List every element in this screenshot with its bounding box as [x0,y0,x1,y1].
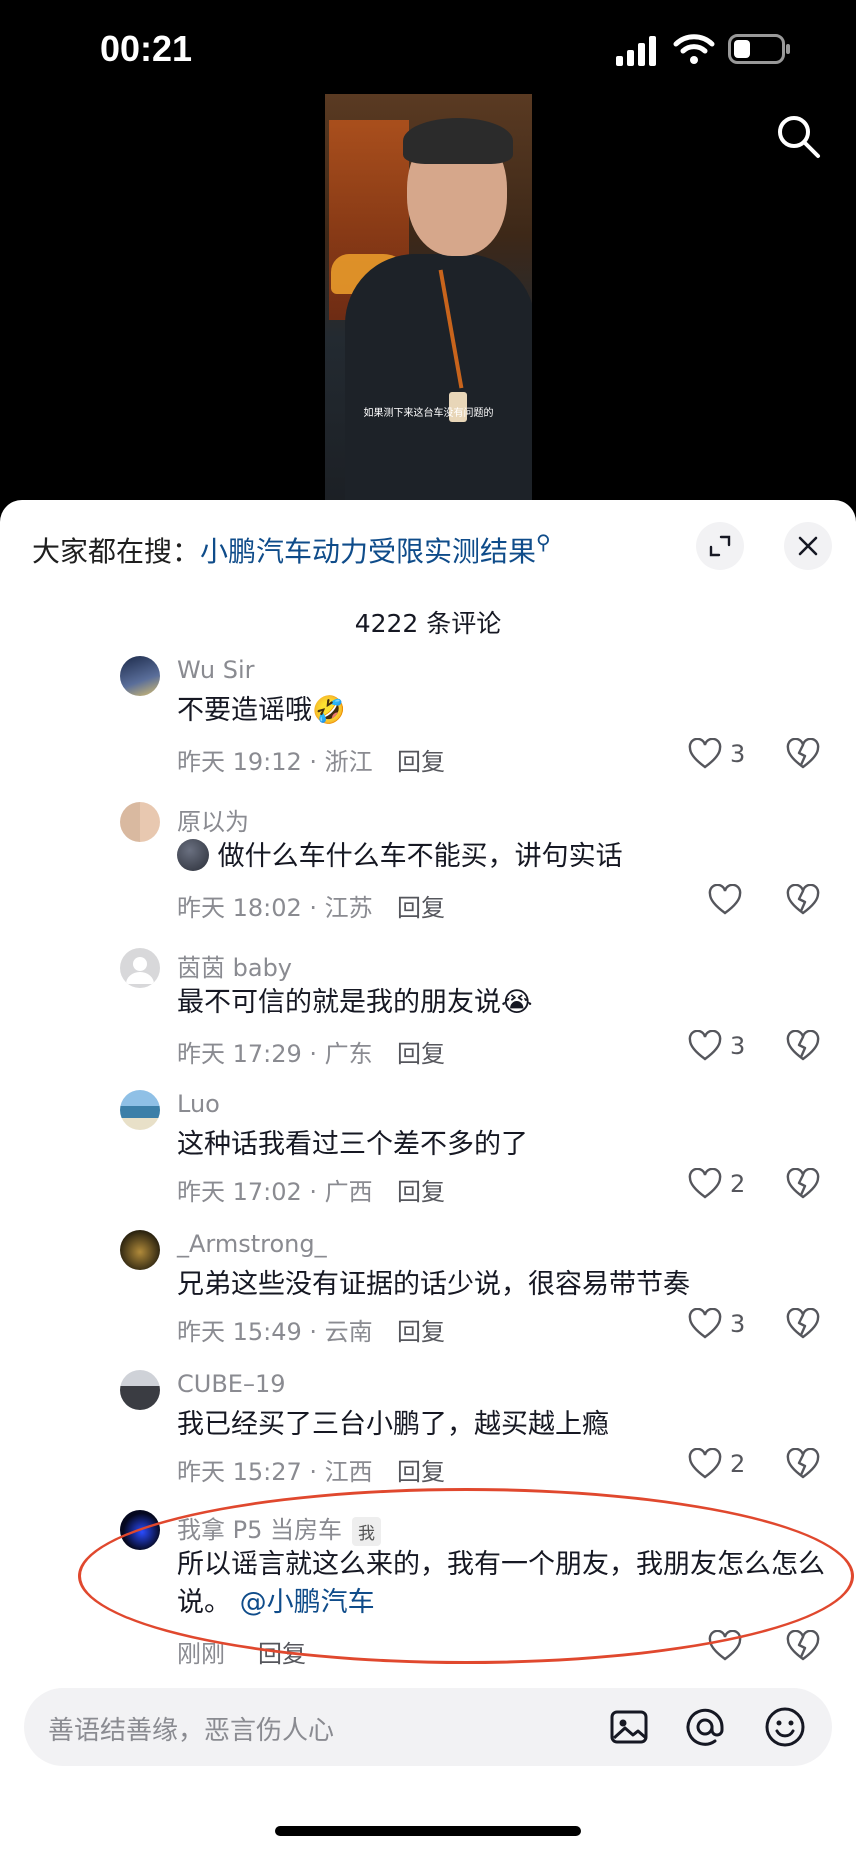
video-caption: 如果测下来这台车没有问题的 [363,408,494,419]
hot-search-link[interactable]: 小鹏汽车动力受限实测结果 [200,535,536,568]
heart-icon [688,1168,722,1199]
like-count: 3 [730,1032,746,1060]
comment-text: 不要造谣哦🤣 [177,692,827,730]
comment-text: 我已经买了三台小鹏了，越买越上瘾 [177,1409,609,1440]
broken-heart-icon[interactable] [786,1168,820,1202]
comment-username[interactable]: 原以为 [177,802,249,837]
battery-icon [728,34,790,64]
video-person-hair [403,118,513,164]
avatar[interactable] [120,1230,160,1270]
dark-face-emoji [177,839,209,871]
image-icon[interactable] [606,1704,652,1750]
avatar[interactable] [120,802,160,842]
self-tag: 我 [352,1516,381,1546]
comment-meta: 昨天 19:12 · 浙江 [177,748,373,776]
comment-text-body: 最不可信的就是我的朋友说 [177,987,501,1018]
like-count: 3 [730,740,746,768]
rofl-emoji: 🤣 [312,695,346,726]
comment-username[interactable]: _Armstrong_ [177,1230,327,1258]
default-avatar-icon [126,957,154,984]
comment-username[interactable]: 我拿 P5 当房车我 [177,1510,381,1546]
status-bar: 00:21 [0,0,856,100]
heart-icon [688,1448,722,1479]
reply-button[interactable]: 回复 [397,888,445,923]
hot-search-bar[interactable]: 大家都在搜：小鹏汽车动力受限实测结果⚲ [32,530,551,570]
expand-button[interactable] [696,522,744,570]
like-button[interactable]: 3 [688,1308,778,1344]
comment-sheet: 大家都在搜：小鹏汽车动力受限实测结果⚲ 4222 条评论 Wu Sir 不要造谣… [0,500,856,1852]
comment-username[interactable]: Wu Sir [177,656,254,684]
avatar[interactable] [120,1510,160,1550]
hot-search-prefix: 大家都在搜： [32,535,201,568]
video-player[interactable]: 如果测下来这台车没有问题的 [325,94,532,500]
wifi-icon [673,34,715,64]
comment-meta: 刚刚 [177,1640,225,1668]
broken-heart-icon[interactable] [786,1030,820,1064]
heart-icon [688,1308,722,1339]
reply-button[interactable]: 回复 [397,1034,445,1069]
broken-heart-icon[interactable] [786,884,820,918]
heart-icon [688,738,722,769]
comment-username[interactable]: Luo [177,1090,220,1118]
like-count: 2 [730,1170,746,1198]
heart-icon [688,1030,722,1061]
comment-text: 所以谣言就这么来的，我有一个朋友，我朋友怎么怎么说。 @小鹏汽车 [177,1546,827,1622]
like-count: 3 [730,1310,746,1338]
avatar[interactable] [120,1090,160,1130]
comment-meta: 昨天 17:02 · 广西 [177,1178,373,1206]
video-person-body [345,254,532,500]
expand-icon [709,535,731,557]
like-button[interactable] [708,884,798,920]
own-username: 我拿 P5 当房车 [177,1516,342,1544]
small-search-icon: ⚲ [536,530,551,554]
broken-heart-icon[interactable] [786,738,820,772]
heart-icon [708,884,742,915]
close-button[interactable] [784,522,832,570]
comment-input-bar[interactable]: 善语结善缘，恶言伤人心 [24,1688,832,1766]
broken-heart-icon[interactable] [786,1308,820,1342]
reply-button[interactable]: 回复 [397,742,445,777]
comment-meta: 昨天 15:27 · 江西 [177,1458,373,1486]
avatar[interactable] [120,656,160,696]
comment-text: 兄弟这些没有证据的话少说，很容易带节奏 [177,1269,690,1300]
avatar[interactable] [120,948,160,988]
comment-meta: 昨天 17:29 · 广东 [177,1040,373,1068]
reply-button[interactable]: 回复 [397,1172,445,1207]
like-button[interactable]: 2 [688,1448,778,1484]
search-icon[interactable] [774,112,822,160]
heart-icon [708,1630,742,1661]
comment-text: 这种话我看过三个差不多的了 [177,1129,528,1160]
comment-text: 最不可信的就是我的朋友说😭 [177,984,827,1022]
like-button[interactable]: 3 [688,1030,778,1066]
comment-count: 4222 条评论 [354,609,502,638]
reply-button[interactable]: 回复 [397,1312,445,1347]
reply-button[interactable]: 回复 [258,1634,306,1669]
emoji-icon[interactable] [762,1704,808,1750]
crying-emoji: 😭 [501,987,533,1018]
comment-input-placeholder[interactable]: 善语结善缘，恶言伤人心 [48,1710,334,1747]
comment-text: 做什么车什么车不能买，讲句实话 [177,838,827,876]
like-count: 2 [730,1450,746,1478]
at-mention-icon[interactable] [682,1704,728,1750]
comment-meta: 昨天 18:02 · 江苏 [177,894,373,922]
comment-username[interactable]: CUBE–19 [177,1370,286,1398]
broken-heart-icon[interactable] [786,1630,820,1664]
cellular-signal-icon [616,36,656,66]
comment-username[interactable]: 茵茵 baby [177,948,292,983]
comment-text-body: 不要造谣哦 [177,695,312,726]
close-icon [798,536,818,556]
comment-text-body: 做什么车什么车不能买，讲句实话 [217,841,623,872]
avatar[interactable] [120,1370,160,1410]
reply-button[interactable]: 回复 [397,1452,445,1487]
like-button[interactable] [708,1630,798,1666]
like-button[interactable]: 3 [688,738,778,774]
home-indicator [275,1826,581,1836]
clock: 00:21 [100,28,193,69]
comment-meta: 昨天 15:49 · 云南 [177,1318,373,1346]
broken-heart-icon[interactable] [786,1448,820,1482]
mention-link[interactable]: @小鹏汽车 [240,1587,375,1618]
like-button[interactable]: 2 [688,1168,778,1204]
